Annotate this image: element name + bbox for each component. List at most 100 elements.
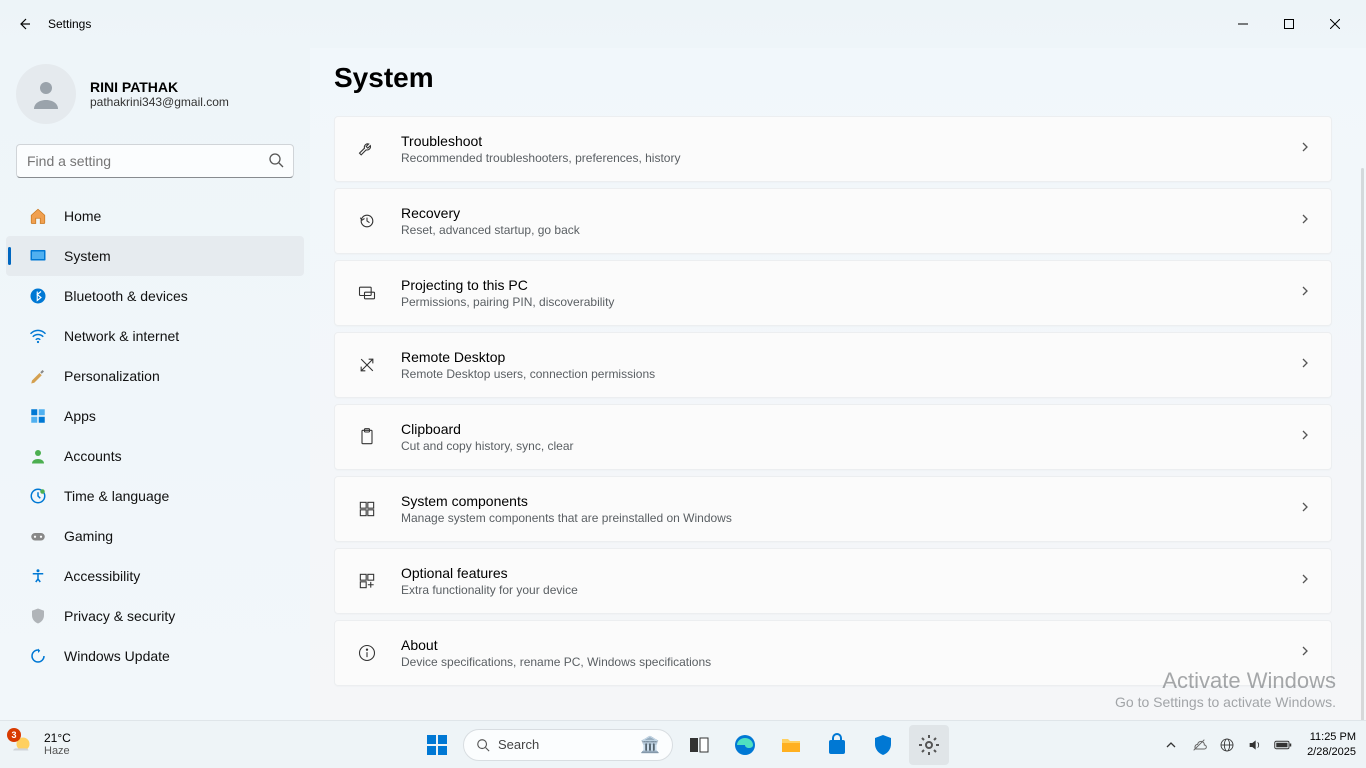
- settings-taskbar-button[interactable]: [909, 725, 949, 765]
- nav-privacy[interactable]: Privacy & security: [6, 596, 304, 636]
- close-button[interactable]: [1312, 8, 1358, 40]
- clock-date: 2/28/2025: [1307, 745, 1356, 759]
- nav-home[interactable]: Home: [6, 196, 304, 236]
- nav-accounts[interactable]: Accounts: [6, 436, 304, 476]
- nav-system[interactable]: System: [6, 236, 304, 276]
- card-about[interactable]: About Device specifications, rename PC, W…: [334, 620, 1332, 686]
- card-sub: Device specifications, rename PC, Window…: [401, 655, 1299, 669]
- back-button[interactable]: [8, 8, 40, 40]
- search-input[interactable]: [16, 144, 294, 178]
- nav-label: Home: [64, 208, 101, 224]
- titlebar: Settings: [0, 0, 1366, 48]
- card-sub: Remote Desktop users, connection permiss…: [401, 367, 1299, 381]
- nav-label: Bluetooth & devices: [64, 288, 188, 304]
- card-title: Remote Desktop: [401, 349, 1299, 365]
- clock-icon: [28, 486, 48, 506]
- chevron-right-icon: [1299, 140, 1311, 158]
- taskview-icon: [687, 733, 711, 757]
- info-icon: [355, 641, 379, 665]
- scrollbar[interactable]: [1361, 168, 1364, 720]
- tray-battery[interactable]: [1273, 735, 1293, 755]
- clock[interactable]: 11:25 PM 2/28/2025: [1307, 730, 1356, 759]
- nav-update[interactable]: Windows Update: [6, 636, 304, 676]
- profile-block[interactable]: RINI PATHAK pathakrini343@gmail.com: [0, 56, 310, 144]
- nav-personalization[interactable]: Personalization: [6, 356, 304, 396]
- sidebar: RINI PATHAK pathakrini343@gmail.com Home…: [0, 48, 310, 720]
- accounts-icon: [28, 446, 48, 466]
- chevron-right-icon: [1299, 572, 1311, 590]
- card-projecting[interactable]: Projecting to this PCPermissions, pairin…: [334, 260, 1332, 326]
- task-view-button[interactable]: [679, 725, 719, 765]
- card-title: About: [401, 637, 1299, 653]
- store-button[interactable]: [817, 725, 857, 765]
- remote-icon: [355, 353, 379, 377]
- recovery-icon: [355, 209, 379, 233]
- person-icon: [28, 76, 64, 112]
- watermark-line2: Go to Settings to activate Windows.: [1115, 694, 1336, 710]
- wifi-icon: [28, 326, 48, 346]
- weather-cond: Haze: [44, 745, 71, 758]
- weather-widget[interactable]: 3 21°C Haze: [10, 731, 71, 759]
- components-icon: [355, 497, 379, 521]
- card-sub: Recommended troubleshooters, preferences…: [401, 151, 1299, 165]
- taskbar-center: Search 🏛️: [417, 725, 949, 765]
- card-title: System components: [401, 493, 1299, 509]
- maximize-button[interactable]: [1266, 8, 1312, 40]
- edge-button[interactable]: [725, 725, 765, 765]
- gear-icon: [917, 733, 941, 757]
- nav-time[interactable]: Time & language: [6, 476, 304, 516]
- clipboard-icon: [355, 425, 379, 449]
- nav-network[interactable]: Network & internet: [6, 316, 304, 356]
- nav-accessibility[interactable]: Accessibility: [6, 556, 304, 596]
- nav-label: Accessibility: [64, 568, 140, 584]
- taskbar-search[interactable]: Search 🏛️: [463, 729, 673, 761]
- chevron-right-icon: [1299, 212, 1311, 230]
- wrench-icon: [355, 137, 379, 161]
- weather-temp: 21°C: [44, 731, 71, 745]
- card-title: Troubleshoot: [401, 133, 1299, 149]
- tray-volume[interactable]: [1245, 735, 1265, 755]
- cloud-icon: [1191, 737, 1207, 753]
- tray-chevron[interactable]: [1161, 735, 1181, 755]
- gamepad-icon: [28, 526, 48, 546]
- taskbar-search-placeholder: Search: [498, 737, 539, 752]
- nav-gaming[interactable]: Gaming: [6, 516, 304, 556]
- window-title: Settings: [48, 17, 91, 31]
- card-sub: Extra functionality for your device: [401, 583, 1299, 597]
- tray-onedrive[interactable]: [1189, 735, 1209, 755]
- main-content: System TroubleshootRecommended troublesh…: [310, 48, 1366, 720]
- accessibility-icon: [28, 566, 48, 586]
- apps-icon: [28, 406, 48, 426]
- card-troubleshoot[interactable]: Troubleshoot Recommended troubleshooters,…: [334, 116, 1332, 182]
- card-title: Projecting to this PC: [401, 277, 1299, 293]
- nav-label: Apps: [64, 408, 96, 424]
- search-icon: [476, 738, 490, 752]
- tray-language[interactable]: [1217, 735, 1237, 755]
- security-button[interactable]: [863, 725, 903, 765]
- card-title: Optional features: [401, 565, 1299, 581]
- card-title: Recovery: [401, 205, 1299, 221]
- card-remote-desktop[interactable]: Remote Desktop Remote Desktop users, conn…: [334, 332, 1332, 398]
- maximize-icon: [1284, 19, 1294, 29]
- explorer-button[interactable]: [771, 725, 811, 765]
- chevron-up-icon: [1165, 739, 1177, 751]
- update-icon: [28, 646, 48, 666]
- nav-label: System: [64, 248, 111, 264]
- chevron-right-icon: [1299, 644, 1311, 662]
- nav-label: Personalization: [64, 368, 160, 384]
- card-optional-features[interactable]: Optional features Extra functionality for…: [334, 548, 1332, 614]
- nav-label: Privacy & security: [64, 608, 175, 624]
- card-system-components[interactable]: System componentsManage system component…: [334, 476, 1332, 542]
- home-icon: [28, 206, 48, 226]
- nav-bluetooth[interactable]: Bluetooth & devices: [6, 276, 304, 316]
- chevron-right-icon: [1299, 500, 1311, 518]
- card-clipboard[interactable]: ClipboardCut and copy history, sync, cle…: [334, 404, 1332, 470]
- brush-icon: [28, 366, 48, 386]
- minimize-button[interactable]: [1220, 8, 1266, 40]
- card-recovery[interactable]: RecoveryReset, advanced startup, go back: [334, 188, 1332, 254]
- start-button[interactable]: [417, 725, 457, 765]
- taskbar: 3 21°C Haze Search 🏛️ 11:25 PM 2/28/2025: [0, 720, 1366, 768]
- nav-apps[interactable]: Apps: [6, 396, 304, 436]
- nav-label: Network & internet: [64, 328, 179, 344]
- windows-icon: [425, 733, 449, 757]
